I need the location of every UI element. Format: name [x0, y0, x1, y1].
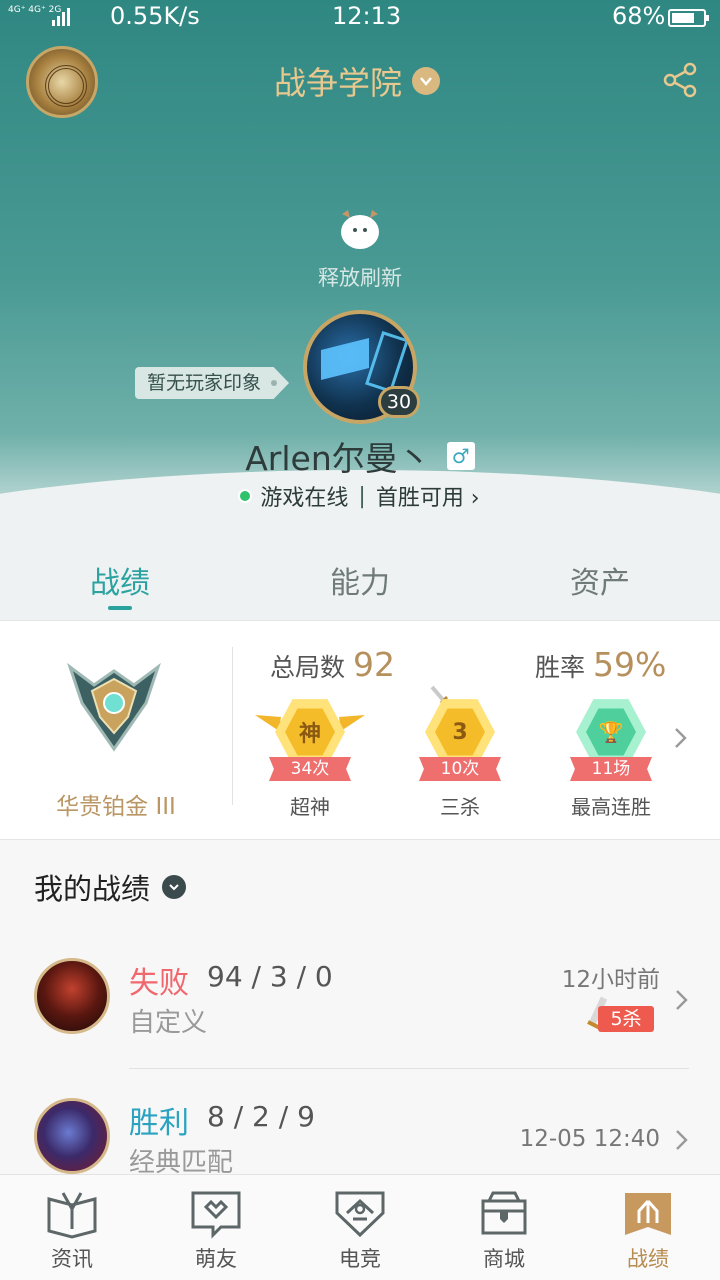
- legendary-medal: 神 34次 超神: [255, 697, 365, 819]
- record-banner-icon: [625, 1193, 671, 1235]
- news-icon: [47, 1192, 97, 1239]
- network-speed: 0.55K/s: [110, 2, 200, 30]
- nav-label: 商城: [483, 1247, 525, 1271]
- nav-record[interactable]: 战绩: [598, 1189, 698, 1273]
- server-title: 战争学院: [274, 64, 403, 102]
- legendary-count: 34次: [269, 757, 351, 781]
- win-rate: 胜率 59%: [535, 645, 666, 684]
- triple-kill-label: 三杀: [440, 795, 480, 819]
- profile-tabs: 战绩 能力 资产: [0, 546, 720, 620]
- status-separator: |: [358, 483, 366, 509]
- chevron-down-icon: [162, 875, 187, 899]
- player-name: Arlen尔曼丶: [245, 439, 431, 478]
- match-time: 12小时前: [561, 967, 660, 993]
- chevron-right-icon[interactable]: [672, 725, 690, 751]
- win-streak-label: 最高连胜: [571, 795, 651, 819]
- match-result: 失败: [129, 966, 189, 1001]
- store-chest-icon: [481, 1191, 527, 1235]
- win-rate-value: 59%: [593, 645, 667, 684]
- win-streak-count: 11场: [570, 757, 652, 781]
- nav-store[interactable]: 商城: [454, 1189, 554, 1273]
- chat-heart-icon: [191, 1191, 241, 1239]
- match-time: 12-05 12:40: [519, 1126, 660, 1152]
- total-games: 总局数 92: [270, 645, 395, 684]
- nav-esports[interactable]: 电竞: [310, 1189, 410, 1273]
- rank-name: 华贵铂金 III: [56, 794, 176, 820]
- stats-divider: [232, 647, 233, 805]
- tab-assets[interactable]: 资产: [540, 558, 660, 602]
- match-record-row[interactable]: 失败 94 / 3 / 0 自定义 12小时前 5杀: [0, 958, 720, 1078]
- share-icon[interactable]: [662, 62, 698, 98]
- row-divider: [129, 1068, 689, 1069]
- tab-ability[interactable]: 能力: [300, 558, 420, 602]
- nav-label: 资讯: [51, 1247, 93, 1271]
- records-title: 我的战绩: [34, 872, 151, 906]
- chevron-down-icon: [412, 67, 441, 95]
- match-result: 胜利: [129, 1106, 189, 1141]
- poro-mascot-icon: [341, 210, 379, 249]
- multikill-tag: 5杀: [598, 1006, 654, 1032]
- legendary-label: 超神: [290, 795, 330, 819]
- champion-avatar: [34, 958, 110, 1034]
- first-win-status: 首胜可用 ›: [375, 486, 480, 511]
- triple-kill-count: 10次: [419, 757, 501, 781]
- chevron-right-icon[interactable]: [674, 988, 690, 1012]
- battery-percent: 68%: [612, 2, 666, 30]
- server-selector[interactable]: 战争学院: [274, 58, 441, 104]
- penta-kill-badge: 5杀: [586, 994, 656, 1034]
- battery-icon: [668, 9, 709, 27]
- win-streak-medal: 🏆 11场 最高连胜: [556, 697, 666, 819]
- platinum-rank-emblem-icon: [67, 662, 161, 752]
- signal-icon: [52, 8, 70, 26]
- status-bar: 4G⁺ 4G⁺ 2G 0.55K/s 12:13 68%: [0, 0, 720, 34]
- clock: 12:13: [332, 2, 402, 30]
- nav-friends[interactable]: 萌友: [166, 1189, 266, 1273]
- match-mode: 自定义: [129, 1008, 208, 1038]
- player-name-row: Arlen尔曼丶 ♂: [0, 432, 720, 480]
- triple-kill-medal: 3 10次 三杀: [405, 685, 515, 819]
- male-gender-icon: ♂: [446, 442, 475, 470]
- esports-shield-icon: [335, 1191, 385, 1238]
- champion-avatar: [34, 1098, 110, 1174]
- win-rate-label: 胜率: [535, 653, 586, 682]
- poro-emblem-icon[interactable]: [26, 46, 98, 118]
- online-dot-icon: [240, 491, 251, 501]
- impression-tag[interactable]: 暂无玩家印象: [135, 367, 290, 399]
- bottom-navigation: 资讯 萌友 电竞 商城 战绩: [0, 1174, 720, 1280]
- total-games-value: 92: [353, 645, 396, 684]
- nav-news[interactable]: 资讯: [22, 1189, 122, 1273]
- nav-label: 战绩: [627, 1247, 669, 1271]
- records-header[interactable]: 我的战绩: [34, 866, 187, 908]
- nav-label: 电竞: [339, 1247, 381, 1271]
- online-status-row[interactable]: 游戏在线 | 首胜可用 ›: [0, 480, 720, 512]
- stats-card[interactable]: 华贵铂金 III 总局数 92 胜率 59% 神 34次 超神 3 10次 三杀 🏆…: [0, 620, 720, 840]
- online-status: 游戏在线: [260, 486, 349, 511]
- nav-label: 萌友: [195, 1247, 237, 1271]
- refresh-hint: 释放刷新: [318, 266, 402, 290]
- level-badge: 30: [378, 386, 420, 418]
- match-kda: 8 / 2 / 9: [207, 1100, 315, 1133]
- tab-indicator: [108, 606, 132, 610]
- chevron-right-icon[interactable]: [674, 1128, 690, 1152]
- tab-record[interactable]: 战绩: [60, 558, 180, 602]
- match-kda: 94 / 3 / 0: [207, 960, 333, 993]
- total-games-label: 总局数: [270, 653, 346, 682]
